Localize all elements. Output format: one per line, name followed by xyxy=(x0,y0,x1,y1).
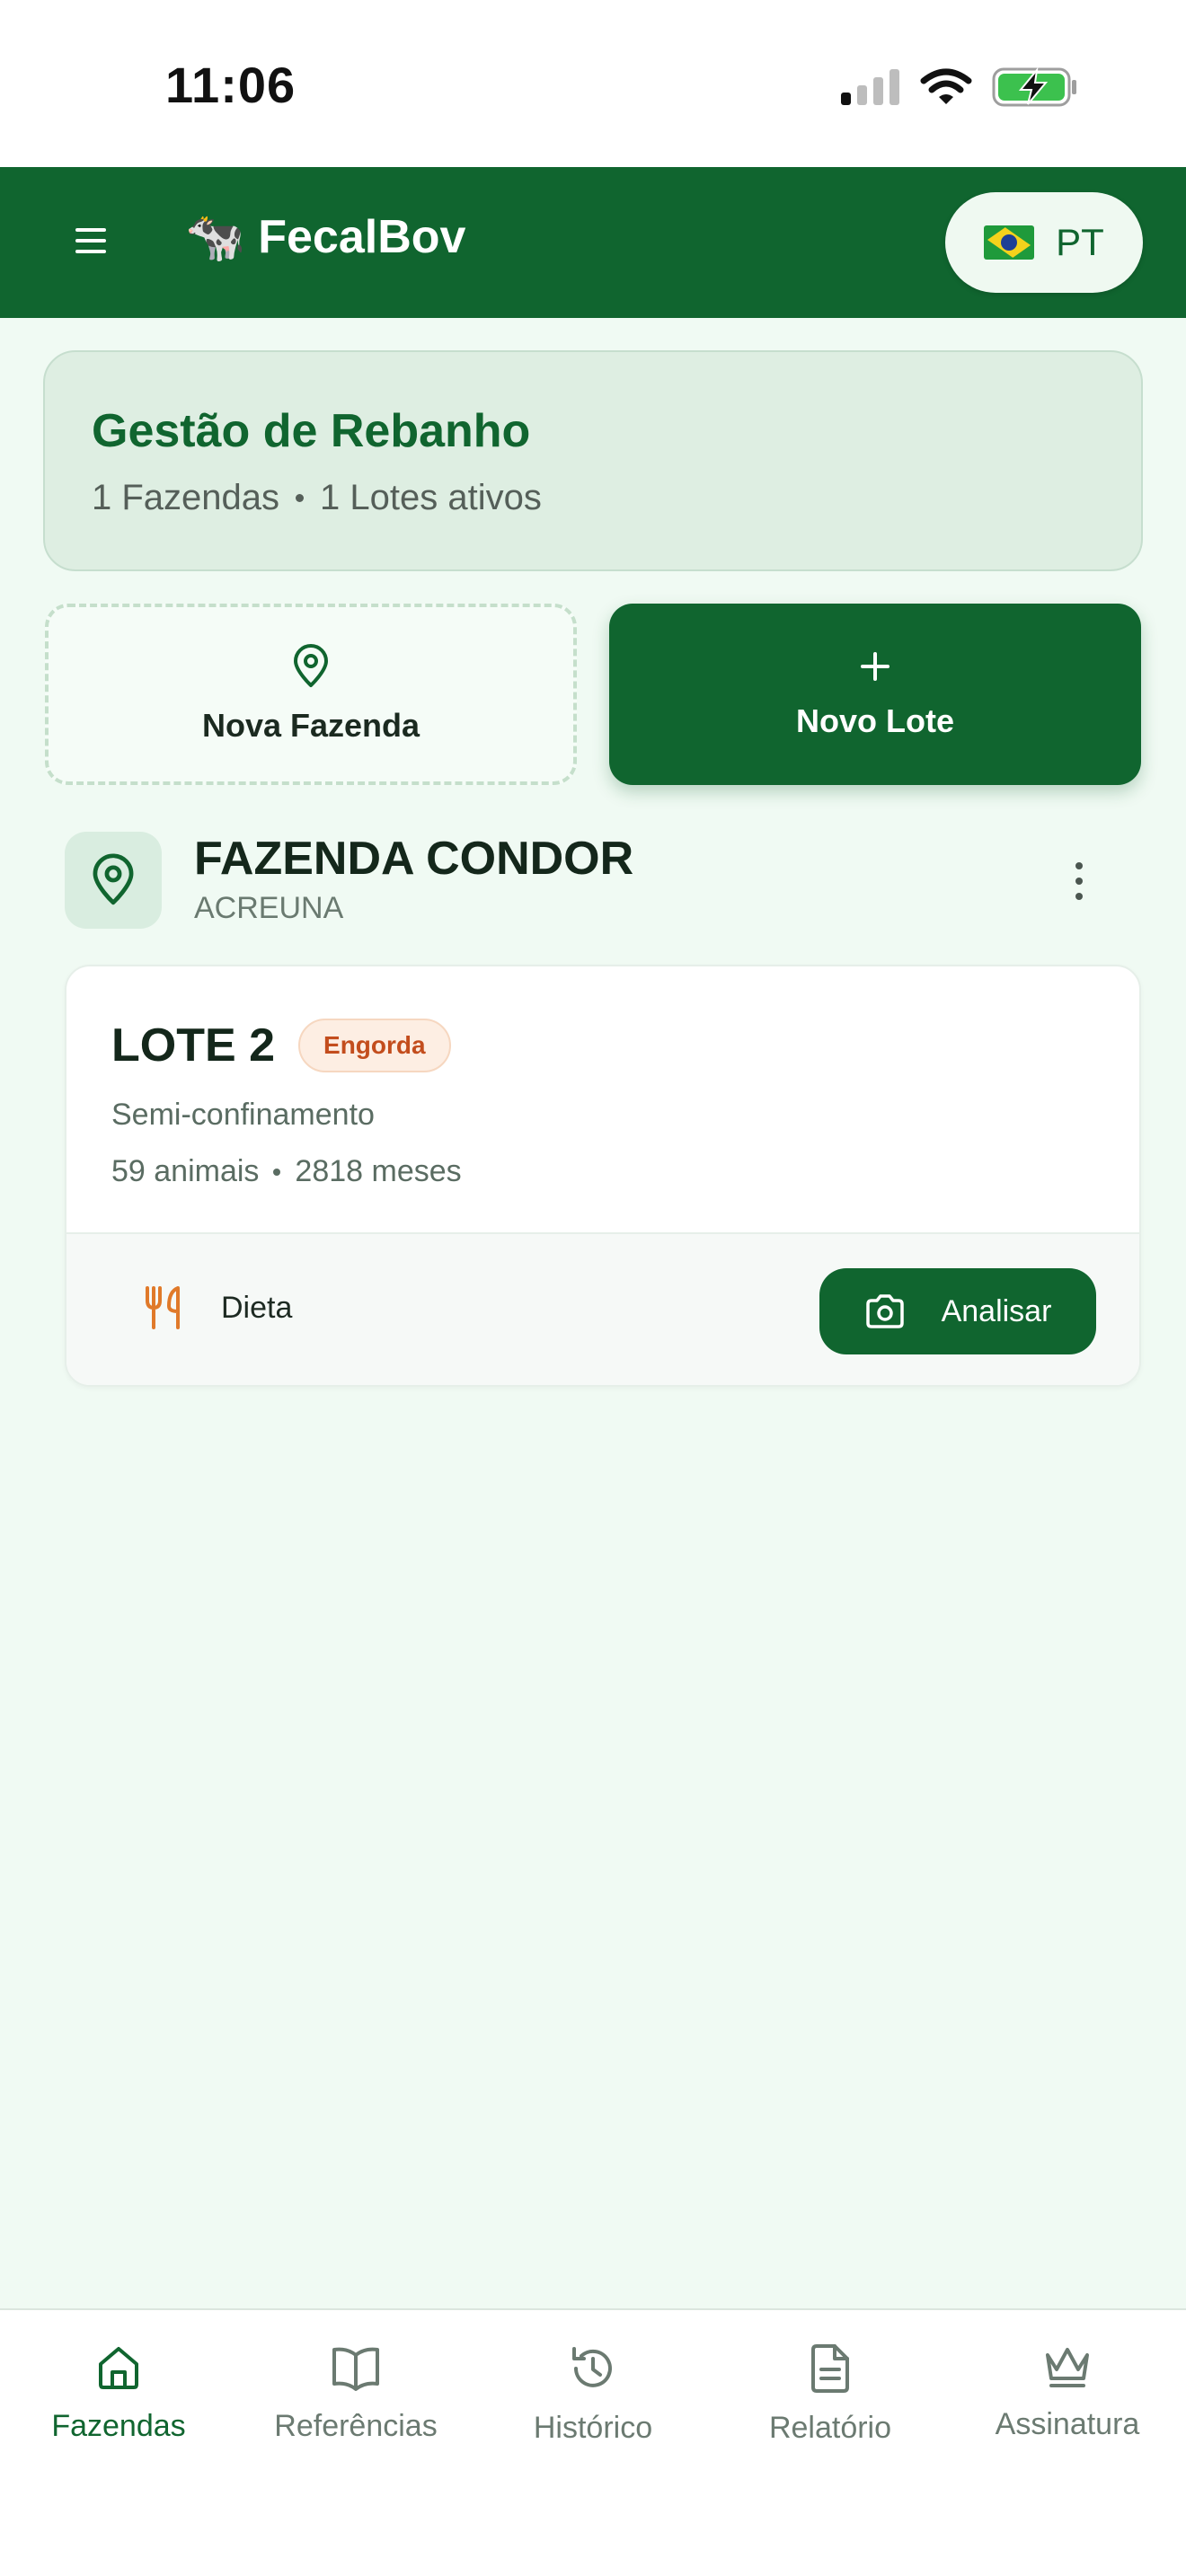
lot-title: LOTE 2 xyxy=(111,1019,276,1072)
language-selector[interactable]: PT xyxy=(945,192,1143,293)
nav-item-referencias[interactable]: Referências xyxy=(237,2342,474,2444)
brazil-flag-icon xyxy=(984,225,1035,260)
new-farm-button[interactable]: Nova Fazenda xyxy=(45,604,577,785)
lot-animals: 59 animais xyxy=(111,1154,260,1188)
history-icon xyxy=(572,2347,612,2387)
separator-dot xyxy=(296,494,305,502)
menu-button[interactable] xyxy=(75,223,120,262)
diet-button[interactable]: Dieta xyxy=(144,1284,292,1331)
herd-summary-card: Gestão de Rebanho 1 Fazendas 1 Lotes ati… xyxy=(43,350,1143,571)
more-vertical-icon-dot xyxy=(1075,878,1083,885)
new-lot-button[interactable]: Novo Lote xyxy=(609,604,1141,785)
lot-age: 2818 meses xyxy=(295,1154,462,1188)
more-vertical-icon-dot xyxy=(1075,893,1083,900)
nav-label: Assinatura xyxy=(995,2407,1140,2441)
farm-options-button[interactable] xyxy=(1066,862,1093,900)
active-lots-count: 1 Lotes ativos xyxy=(320,478,542,517)
more-vertical-icon-dot xyxy=(1075,862,1083,869)
bottom-nav: Fazendas Referências Histórico Relatório… xyxy=(0,2308,1186,2576)
lot-card[interactable]: LOTE 2 Engorda Semi-confinamento 59 anim… xyxy=(65,965,1141,1387)
diet-label: Dieta xyxy=(221,1290,293,1325)
book-icon xyxy=(332,2347,379,2391)
lot-stats: 59 animais 2818 meses xyxy=(111,1154,1139,1189)
status-bar: 11:06 xyxy=(0,0,1186,167)
camera-icon xyxy=(865,1294,904,1328)
summary-stats: 1 Fazendas 1 Lotes ativos xyxy=(92,478,1141,518)
hamburger-icon-bar xyxy=(75,228,106,232)
cow-logo-icon: 🐄 xyxy=(185,210,246,264)
nav-label: Relatório xyxy=(768,2411,892,2445)
hamburger-icon-bar xyxy=(75,250,106,253)
nav-item-fazendas[interactable]: Fazendas xyxy=(0,2342,237,2444)
new-farm-label: Nova Fazenda xyxy=(201,707,420,744)
farm-icon-box xyxy=(65,832,162,929)
lot-phase-badge: Engorda xyxy=(298,1019,451,1072)
analyze-button[interactable]: Analisar xyxy=(819,1268,1096,1354)
lot-card-body: LOTE 2 Engorda Semi-confinamento 59 anim… xyxy=(66,966,1139,1232)
wifi-icon xyxy=(920,68,972,104)
plus-icon xyxy=(861,652,890,681)
hamburger-icon-bar xyxy=(75,239,106,243)
map-pin-icon xyxy=(93,853,134,905)
lot-header: LOTE 2 Engorda xyxy=(111,1019,1139,1072)
nav-item-relatorio[interactable]: Relatório xyxy=(712,2342,949,2446)
brand: 🐄 FecalBov xyxy=(185,210,465,264)
nav-label: Fazendas xyxy=(51,2409,186,2443)
map-pin-icon xyxy=(294,644,328,687)
battery-charging-icon xyxy=(992,66,1076,107)
language-code: PT xyxy=(1056,221,1104,263)
analyze-label: Analisar xyxy=(941,1293,1052,1328)
status-time: 11:06 xyxy=(165,57,296,113)
utensils-icon xyxy=(146,1286,180,1329)
app-title: FecalBov xyxy=(258,211,466,263)
home-icon xyxy=(99,2347,138,2389)
farm-location: ACREUNA xyxy=(194,891,344,925)
nav-item-historico[interactable]: Histórico xyxy=(474,2342,712,2446)
lot-card-actions: Dieta Analisar xyxy=(66,1232,1139,1385)
nav-label: Referências xyxy=(274,2409,438,2443)
farm-name: FAZENDA CONDOR xyxy=(194,833,634,885)
lot-system: Semi-confinamento xyxy=(111,1098,375,1132)
crown-icon xyxy=(1046,2348,1089,2387)
document-icon xyxy=(811,2344,849,2393)
farms-count: 1 Fazendas xyxy=(92,478,280,517)
cellular-signal-icon xyxy=(841,69,899,105)
status-icons xyxy=(841,65,1078,110)
summary-title: Gestão de Rebanho xyxy=(92,405,531,457)
new-lot-label: Novo Lote xyxy=(796,702,954,739)
separator-dot xyxy=(273,1168,281,1176)
nav-label: Histórico xyxy=(533,2411,653,2445)
app-header: 🐄 FecalBov PT xyxy=(0,167,1186,318)
nav-item-assinatura[interactable]: Assinatura xyxy=(949,2342,1186,2442)
